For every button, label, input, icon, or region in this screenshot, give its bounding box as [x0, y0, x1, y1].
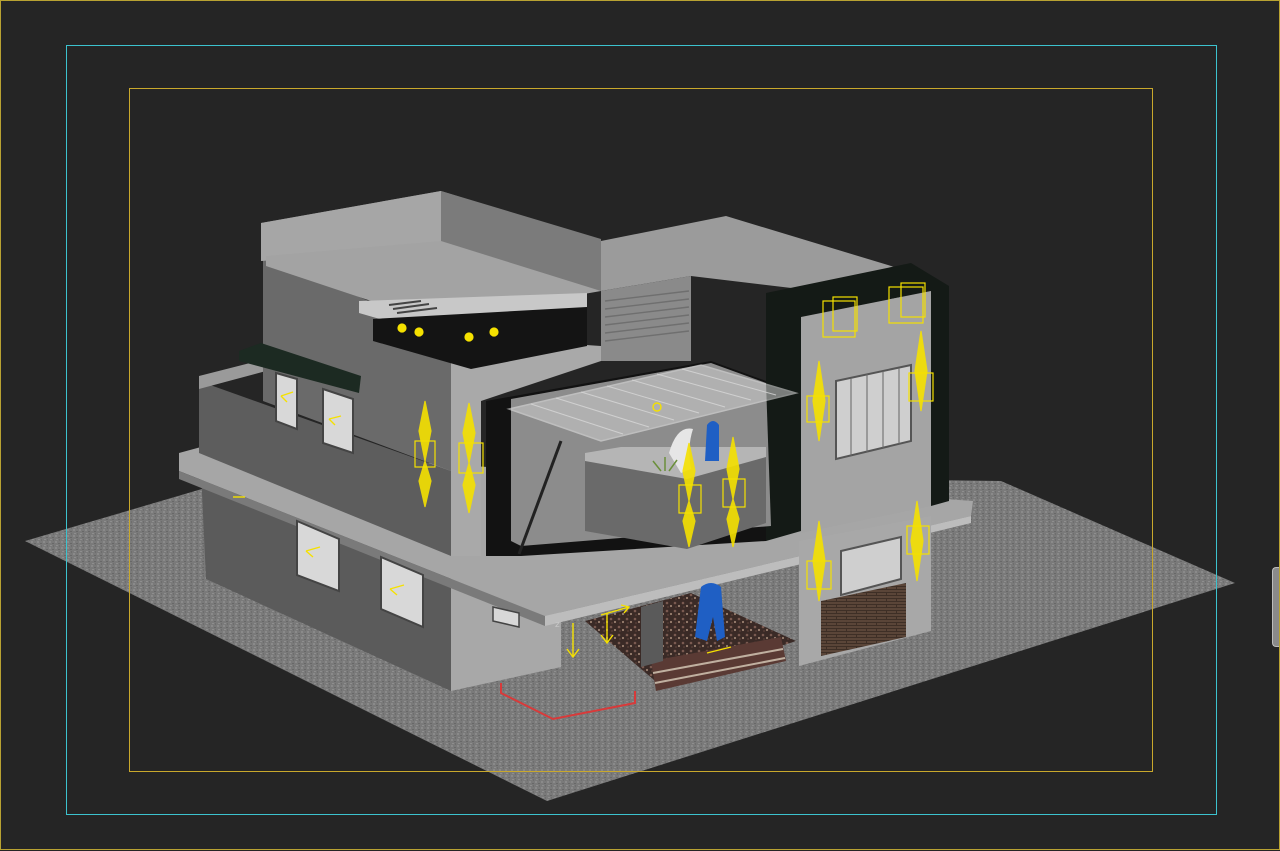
3d-viewport[interactable]: z — [0, 0, 1280, 850]
viewport-scene[interactable]: z — [1, 1, 1280, 851]
house-model[interactable] — [179, 191, 973, 691]
axis-label: z — [555, 620, 560, 630]
viewport-scroll-handle[interactable] — [1272, 567, 1279, 647]
